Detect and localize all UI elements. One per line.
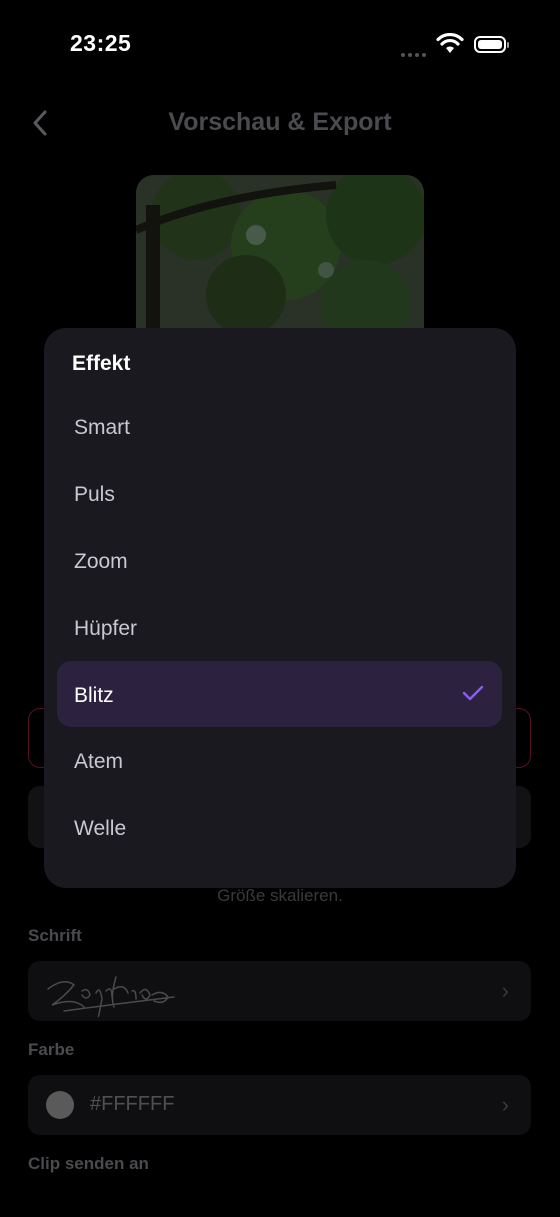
menu-item-zoom[interactable]: Zoom (74, 550, 128, 574)
chevron-right-icon: › (501, 978, 509, 1003)
font-picker-row[interactable]: › (28, 961, 531, 1021)
status-time: 23:25 (70, 30, 132, 56)
signal-icon (401, 44, 429, 62)
checkmark-icon (462, 684, 484, 707)
menu-item-puls[interactable]: Puls (74, 483, 115, 507)
color-section-label: Farbe (28, 1040, 75, 1059)
menu-item-atem[interactable]: Atem (74, 750, 123, 774)
page-title: Vorschau & Export (168, 108, 392, 136)
menu-item-huepfer[interactable]: Hüpfer (74, 617, 137, 641)
dynamic-island (193, 21, 367, 71)
chevron-right-icon: › (501, 1092, 509, 1117)
font-preview-logo (47, 976, 175, 1017)
video-preview[interactable] (136, 175, 424, 335)
menu-item-smart[interactable]: Smart (74, 416, 130, 440)
menu-item-blitz-highlight[interactable] (57, 661, 502, 727)
hint-text: Größe skalieren. (217, 886, 343, 905)
color-swatch (46, 1091, 74, 1119)
color-hex-value: #FFFFFF (90, 1093, 175, 1115)
menu-item-welle[interactable]: Welle (74, 817, 126, 841)
effect-menu (44, 328, 516, 888)
menu-title: Effekt (72, 352, 131, 375)
font-section-label: Schrift (28, 926, 82, 945)
menu-item-blitz[interactable]: Blitz (74, 684, 114, 708)
wifi-icon (436, 32, 464, 60)
battery-icon (474, 36, 509, 53)
send-section-label: Clip senden an (28, 1154, 149, 1173)
